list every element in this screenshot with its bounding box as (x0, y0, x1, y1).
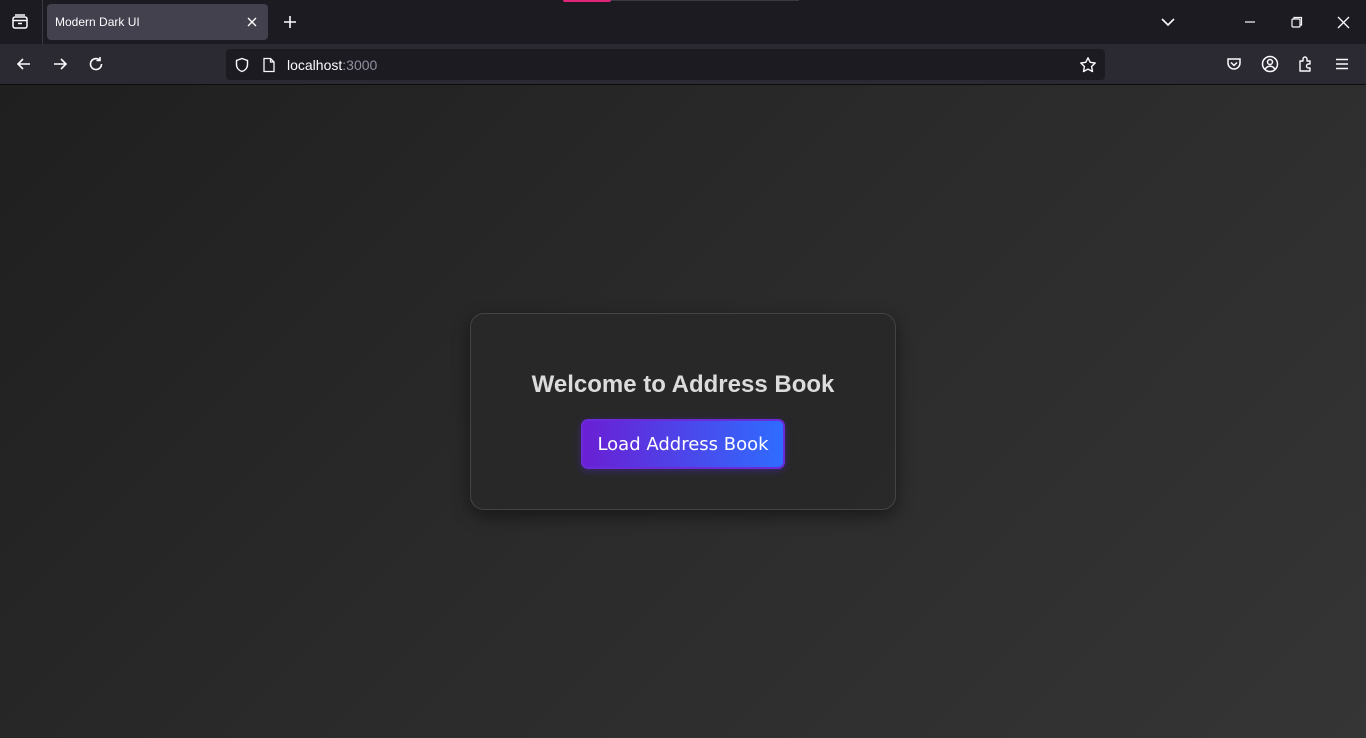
url-text[interactable]: localhost:3000 (287, 57, 377, 73)
close-icon[interactable] (1331, 10, 1355, 34)
tab-separator (42, 0, 43, 44)
url-port: :3000 (342, 57, 378, 73)
restore-icon[interactable] (1285, 10, 1309, 34)
minimize-icon[interactable] (1238, 10, 1262, 34)
arrow-left-icon[interactable] (12, 52, 36, 76)
chevron-down-icon[interactable] (1156, 10, 1180, 34)
page-icon[interactable] (259, 55, 279, 75)
plus-icon[interactable] (278, 10, 302, 34)
tab-strip: Modern Dark UI (0, 0, 1366, 44)
tab-strip-line (611, 0, 799, 1)
tab-title: Modern Dark UI (55, 15, 140, 29)
welcome-card: Welcome to Address Book Load Address Boo… (470, 313, 896, 510)
load-address-book-button[interactable]: Load Address Book (581, 419, 785, 469)
reload-icon[interactable] (84, 52, 108, 76)
puzzle-icon[interactable] (1294, 52, 1318, 76)
media-indicator (563, 0, 611, 2)
hamburger-menu-icon[interactable] (1330, 52, 1354, 76)
page-title: Welcome to Address Book (531, 371, 835, 398)
tab-list-icon[interactable] (8, 10, 32, 34)
shield-icon[interactable] (232, 55, 252, 75)
arrow-right-icon[interactable] (48, 52, 72, 76)
nav-bar: localhost:3000 (0, 44, 1366, 85)
url-bar[interactable]: localhost:3000 (226, 49, 1105, 80)
tab-active[interactable]: Modern Dark UI (47, 4, 268, 40)
browser-window: Modern Dark UI localhost:3000 Welcome to… (0, 0, 1366, 738)
page-viewport: Welcome to Address Book Load Address Boo… (0, 85, 1366, 738)
account-icon[interactable] (1258, 52, 1282, 76)
star-icon[interactable] (1077, 54, 1099, 76)
url-host: localhost (287, 57, 343, 73)
close-icon[interactable] (242, 12, 262, 32)
pocket-icon[interactable] (1222, 52, 1246, 76)
